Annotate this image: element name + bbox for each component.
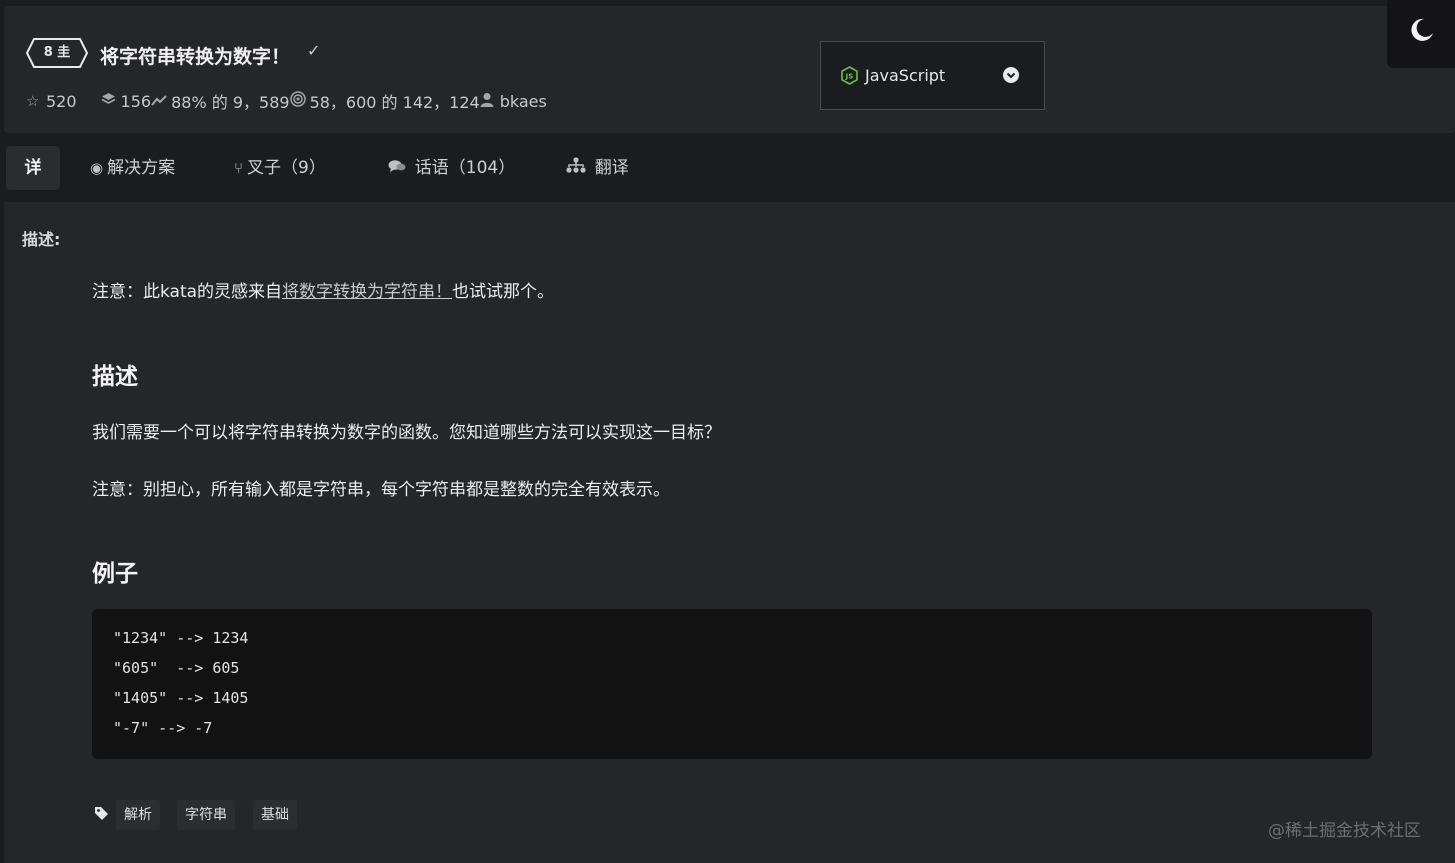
tab-translations[interactable]: 翻译 (566, 146, 629, 190)
user-icon (480, 92, 500, 111)
author-link[interactable]: bkaes (500, 92, 547, 111)
target-icon: ◉ (90, 159, 104, 177)
tag-icon (94, 806, 109, 825)
code-line: "1234" --> 1234 (113, 629, 249, 647)
theme-toggle-button[interactable] (1387, 0, 1455, 68)
tab-discourse[interactable]: 话语（104） (388, 146, 515, 190)
tab-solutions[interactable]: ◉ 解决方案 (90, 146, 175, 190)
moon-icon (1411, 18, 1433, 41)
code-line: "1405" --> 1405 (113, 689, 249, 707)
tab-label: 叉子（9） (247, 158, 326, 178)
section-label: 描述: (22, 230, 61, 249)
tag-strings[interactable]: 字符串 (177, 800, 235, 830)
kata-tabs: 详 ◉ 解决方案 ⑂ 叉子（9） 话语（104） 翻译 (0, 140, 1455, 196)
code-line: "605" --> 605 (113, 659, 240, 677)
language-select[interactable]: JS JavaScript (820, 41, 1045, 110)
language-name: JavaScript (865, 66, 946, 85)
code-line: "-7" --> -7 (113, 719, 213, 737)
star-icon: ☆ (26, 92, 40, 110)
code-block: "1234" --> 1234 "605" --> 605 "1405" -->… (92, 609, 1372, 759)
chevron-down-circle-icon[interactable] (1003, 67, 1019, 83)
tab-label: 解决方案 (107, 158, 176, 178)
fork-icon: ⑂ (234, 159, 244, 177)
satisfaction-text: 88% 的 9，589 (171, 93, 290, 112)
watermark-text: @稀土掘金技术社区 (1268, 821, 1421, 841)
check-icon: ✓ (307, 41, 321, 60)
kata-stats: ☆ 520 156 88% 的 9，589 58，600 的 142，124 b… (26, 90, 547, 112)
nodejs-icon: JS (841, 66, 858, 89)
svg-text:JS: JS (845, 73, 854, 81)
target-icon (289, 91, 310, 111)
thumbs-icon (151, 92, 171, 110)
tag-fundamentals[interactable]: 基础 (253, 800, 297, 830)
sitemap-icon (566, 157, 591, 177)
kata-header: 8 圭 将字符串转换为数字！ ✓ ☆ 520 156 88% 的 9，589 5… (4, 6, 1455, 133)
tab-label: 详 (24, 158, 42, 178)
note-prefix: 注意：此kata的灵感来自 (92, 282, 283, 302)
chat-icon (388, 159, 411, 177)
tab-details[interactable]: 详 (6, 146, 60, 190)
collections-count: 156 (120, 91, 152, 111)
rank-label: 8 圭 (43, 45, 71, 60)
description-heading: 描述 (92, 364, 138, 390)
kata-title: 将字符串转换为数字！ (100, 46, 291, 68)
inspiration-link[interactable]: 将数字转换为字符串！ (282, 282, 452, 302)
inspiration-note: 注意：此kata的灵感来自将数字转换为字符串！也试试那个。 (92, 277, 554, 302)
stars-count: 520 (46, 91, 77, 111)
tag-parsing[interactable]: 解析 (116, 800, 160, 830)
kata-description-panel: 描述: 注意：此kata的灵感来自将数字转换为字符串！也试试那个。 描述 我们需… (4, 202, 1455, 863)
rank-badge: 8 圭 (26, 38, 88, 68)
note-suffix: 也试试那个。 (452, 282, 555, 302)
completed-text: 58，600 的 142，124 (309, 93, 480, 112)
description-paragraph: 我们需要一个可以将字符串转换为数字的函数。您知道哪些方法可以实现这一目标？ (92, 423, 721, 443)
tab-label: 翻译 (594, 158, 629, 178)
tab-forks[interactable]: ⑂ 叉子（9） (234, 146, 326, 190)
note-paragraph: 注意：别担心，所有输入都是字符串，每个字符串都是整数的完全有效表示。 (92, 480, 670, 500)
tab-label: 话语（104） (414, 158, 516, 178)
layers-icon (101, 92, 121, 110)
examples-heading: 例子 (92, 561, 138, 587)
